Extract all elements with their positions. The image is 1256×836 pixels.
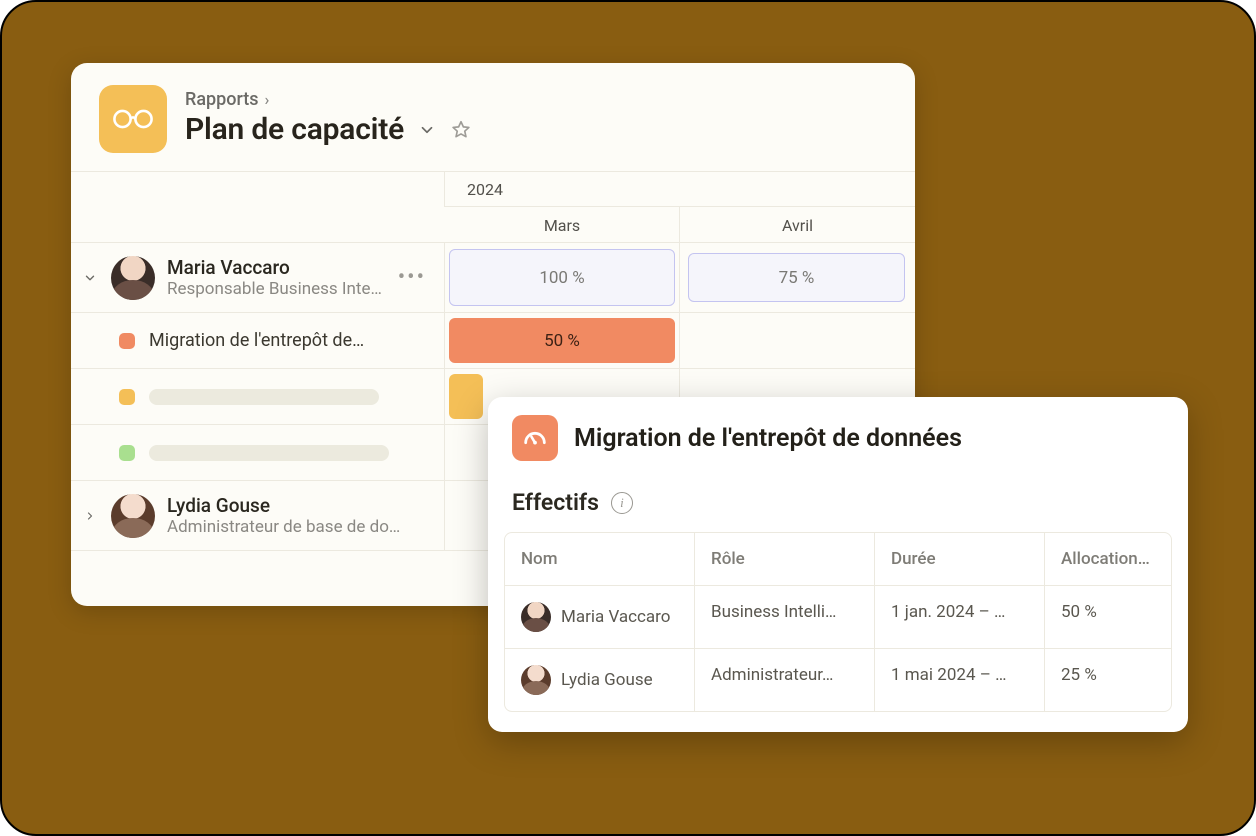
cell-duration: 1 mai 2024 – … xyxy=(875,649,1045,711)
avatar xyxy=(111,256,155,300)
detail-title: Migration de l'entrepôt de données xyxy=(574,424,962,453)
star-icon[interactable] xyxy=(450,119,472,141)
card-header: Rapports › Plan de capacité xyxy=(71,63,915,171)
project-name[interactable]: Migration de l'entrepôt de… xyxy=(149,330,364,351)
color-swatch-icon xyxy=(119,333,135,349)
cell-name: Maria Vaccaro xyxy=(561,607,670,627)
cell-duration: 1 jan. 2024 – … xyxy=(875,586,1045,648)
cell-name: Lydia Gouse xyxy=(561,670,653,690)
chevron-down-icon[interactable] xyxy=(418,121,436,139)
cell-allocation: 50 % xyxy=(1045,586,1171,648)
person-role: Responsable Business Intelli… xyxy=(167,279,386,299)
expand-toggle[interactable] xyxy=(81,269,99,287)
table-row[interactable]: Lydia Gouse Administrateur… 1 mai 2024 –… xyxy=(505,648,1171,711)
chevron-right-icon: › xyxy=(265,90,270,109)
color-swatch-icon xyxy=(119,445,135,461)
expand-toggle[interactable] xyxy=(81,507,99,525)
col-header-duration[interactable]: Durée xyxy=(875,533,1045,585)
chevron-right-icon xyxy=(84,510,96,522)
skeleton-text xyxy=(149,445,389,461)
timeline-header: 2024 Mars Avril xyxy=(71,171,915,243)
table-header-row: Nom Rôle Durée Allocation… xyxy=(505,533,1171,585)
page-title: Plan de capacité xyxy=(185,112,404,147)
person-row: Maria Vaccaro Responsable Business Intel… xyxy=(71,243,915,313)
project-row: Migration de l'entrepôt de… 50 % xyxy=(71,313,915,369)
app-icon xyxy=(99,85,167,153)
col-header-role[interactable]: Rôle xyxy=(695,533,875,585)
project-detail-card: Migration de l'entrepôt de données Effec… xyxy=(488,397,1188,732)
gauge-icon xyxy=(512,415,558,461)
avatar xyxy=(111,494,155,538)
avatar xyxy=(521,602,551,632)
col-header-allocation[interactable]: Allocation… xyxy=(1045,533,1171,585)
person-name[interactable]: Maria Vaccaro xyxy=(167,256,386,279)
timeline-month: Avril xyxy=(680,207,915,244)
color-swatch-icon xyxy=(119,389,135,405)
col-header-name[interactable]: Nom xyxy=(505,533,695,585)
person-name[interactable]: Lydia Gouse xyxy=(167,494,400,517)
effectifs-table: Nom Rôle Durée Allocation… Maria Vaccaro… xyxy=(504,532,1172,712)
info-icon[interactable]: i xyxy=(611,492,633,514)
allocation-bar[interactable] xyxy=(449,374,483,419)
capacity-cell[interactable]: 75 % xyxy=(688,253,905,302)
row-actions-button[interactable]: ••• xyxy=(398,265,430,290)
timeline-month: Mars xyxy=(445,207,680,244)
canvas-bg: Rapports › Plan de capacité 2024 Mars Av… xyxy=(0,0,1256,836)
breadcrumb-root[interactable]: Rapports xyxy=(185,89,259,110)
person-role: Administrateur de base de do… xyxy=(167,517,400,537)
cell-allocation: 25 % xyxy=(1045,649,1171,711)
table-row[interactable]: Maria Vaccaro Business Intelli… 1 jan. 2… xyxy=(505,585,1171,648)
avatar xyxy=(521,665,551,695)
skeleton-text xyxy=(149,389,379,405)
chevron-down-icon xyxy=(83,271,97,285)
allocation-bar[interactable]: 50 % xyxy=(449,318,675,363)
timeline-year: 2024 xyxy=(445,172,915,207)
cell-role: Business Intelli… xyxy=(695,586,875,648)
glasses-icon xyxy=(112,107,154,131)
cell-role: Administrateur… xyxy=(695,649,875,711)
breadcrumb[interactable]: Rapports › xyxy=(185,89,472,110)
capacity-cell[interactable]: 100 % xyxy=(449,249,675,306)
detail-section-heading: Effectifs xyxy=(512,489,599,516)
